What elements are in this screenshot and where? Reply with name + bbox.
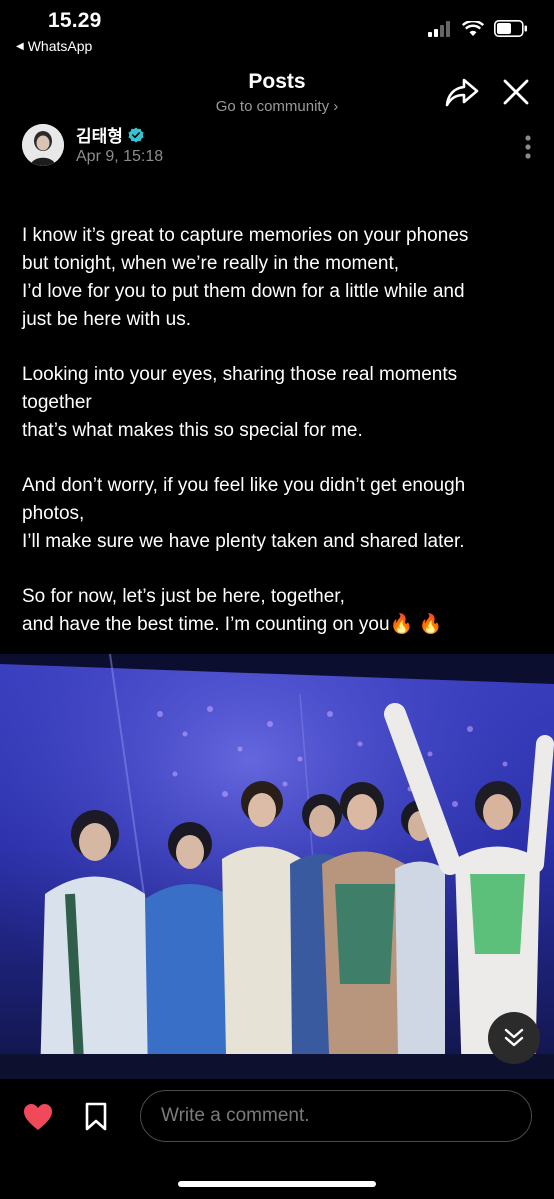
close-icon	[503, 79, 529, 105]
post-line: I know it’s great to capture memories on…	[22, 225, 469, 246]
bottom-action-bar	[0, 1088, 554, 1148]
post-author: 김태형 Apr 9, 15:18	[22, 122, 542, 168]
post-line: just be here with us.	[22, 309, 191, 330]
post-line: that’s what makes this so special for me…	[22, 420, 363, 441]
author-name-text: 김태형	[76, 127, 123, 146]
wifi-icon	[462, 20, 484, 36]
status-icons	[428, 20, 528, 37]
posts-header: Posts Go to community ›	[0, 62, 554, 122]
back-app-label: WhatsApp	[27, 38, 93, 54]
post-line: but tonight, when we’re really in the mo…	[22, 253, 400, 274]
post-date: Apr 9, 15:18	[76, 148, 164, 165]
post-line: photos,	[22, 503, 85, 524]
more-vertical-icon	[525, 135, 531, 159]
double-chevron-down-icon	[504, 1028, 524, 1047]
post-line: and have the best time. I’m counting on …	[22, 614, 443, 635]
post-line: I’ll make sure we have plenty taken and …	[22, 531, 465, 552]
scroll-down-button[interactable]	[488, 1012, 540, 1064]
back-triangle-icon: ◀	[16, 40, 24, 52]
post-photo[interactable]	[0, 654, 554, 1079]
like-button[interactable]	[22, 1102, 54, 1132]
status-time: 15.29	[48, 9, 102, 32]
avatar-image-icon	[22, 124, 64, 166]
post-line: together	[22, 392, 92, 413]
post-line: Looking into your eyes, sharing those re…	[22, 364, 458, 385]
heart-icon	[24, 1104, 52, 1130]
post-paragraph: I know it’s great to capture memories on…	[22, 222, 532, 334]
close-button[interactable]	[500, 76, 532, 108]
back-to-app-link[interactable]: ◀ WhatsApp	[16, 38, 92, 54]
signal-icon	[428, 20, 450, 37]
post-paragraph: And don’t worry, if you feel like you di…	[22, 472, 532, 556]
share-icon	[445, 78, 479, 107]
post-line: And don’t worry, if you feel like you di…	[22, 475, 466, 496]
post-line: So for now, let’s just be here, together…	[22, 586, 345, 607]
author-name[interactable]: 김태형	[76, 122, 144, 147]
battery-icon	[494, 20, 527, 37]
verified-icon	[128, 127, 144, 142]
post-body: I know it’s great to capture memories on…	[22, 222, 532, 666]
avatar[interactable]	[22, 124, 64, 166]
comment-input[interactable]	[140, 1090, 532, 1142]
share-button[interactable]	[444, 76, 480, 108]
more-options-button[interactable]	[520, 134, 536, 162]
status-bar: 15.29 ◀ WhatsApp	[0, 0, 554, 60]
post-paragraph: So for now, let’s just be here, together…	[22, 583, 532, 639]
post-line: I’d love for you to put them down for a …	[22, 281, 465, 302]
home-indicator[interactable]	[178, 1181, 376, 1187]
bookmark-icon	[85, 1102, 107, 1131]
concert-photo-image	[0, 654, 554, 1079]
bookmark-button[interactable]	[84, 1102, 108, 1132]
post-paragraph: Looking into your eyes, sharing those re…	[22, 361, 532, 445]
